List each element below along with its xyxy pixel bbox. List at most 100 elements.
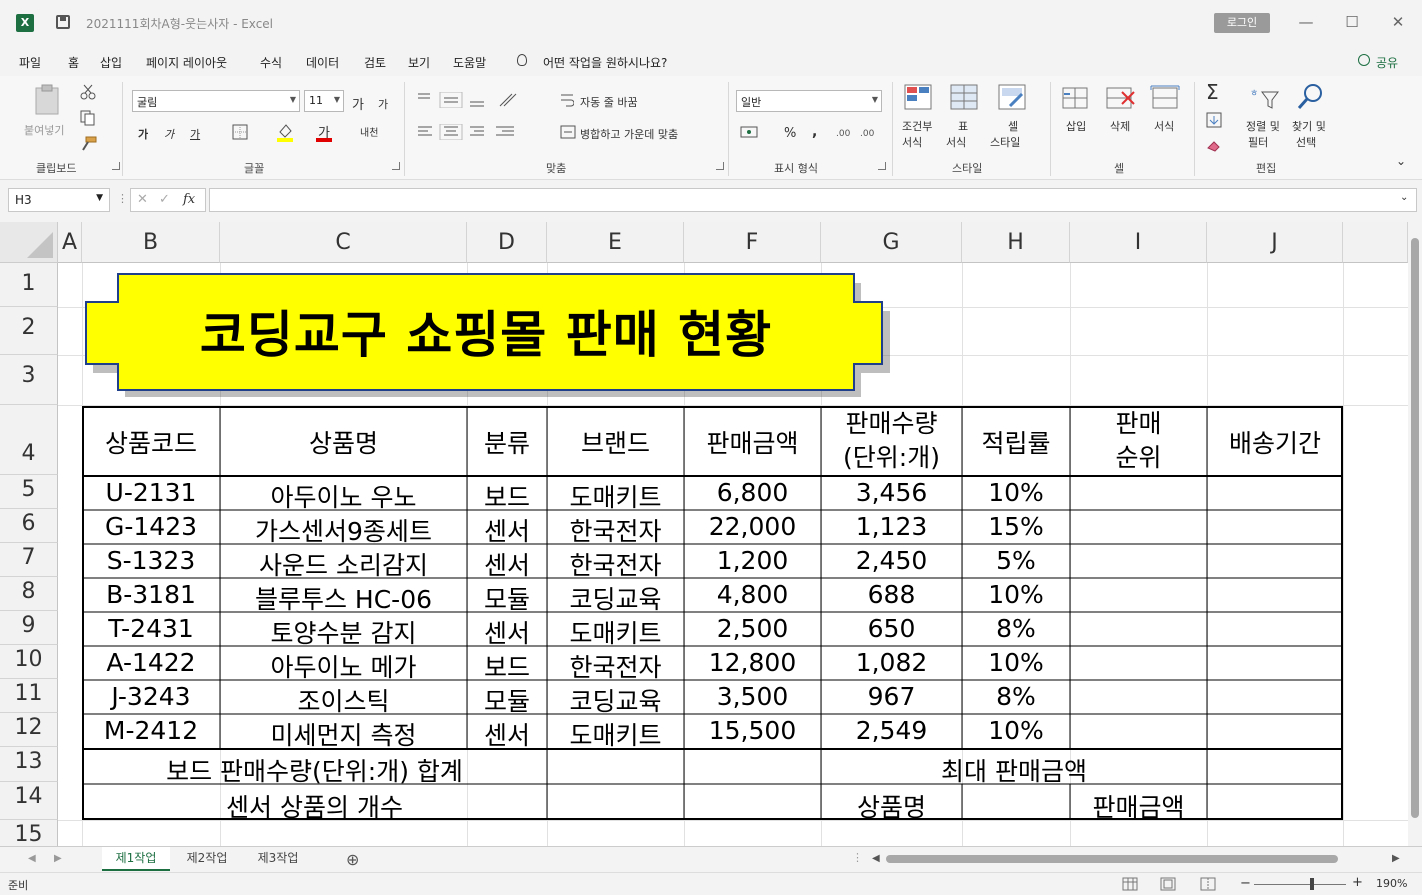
find-select-icon[interactable] [1296,82,1326,112]
header-product-code[interactable]: 상품코드 [82,424,220,460]
menu-home[interactable]: 홈 [68,54,79,71]
hscroll-right-icon[interactable]: ▶ [1392,853,1400,864]
tab-sheet-2[interactable]: 제2작업 [172,847,242,871]
zoom-in-button[interactable]: + [1352,875,1363,890]
header-rate[interactable]: 적립률 [962,424,1070,460]
page-layout-view-icon[interactable] [1160,877,1176,891]
cell-name[interactable]: 아두이노 메가 [220,648,467,684]
wrap-text-icon[interactable] [560,92,574,108]
cell-category[interactable]: 보드 [467,478,547,514]
percent-button[interactable]: % [784,126,796,141]
insert-function-button[interactable]: fx [183,192,195,207]
font-name-select[interactable]: 굴림 ▼ [132,90,300,112]
cell-styles-label-2[interactable]: 스타일 [990,134,1020,150]
cell-sales[interactable]: 3,500 [684,682,821,711]
zoom-slider-handle[interactable] [1310,878,1314,890]
cell-code[interactable]: G-1423 [82,512,220,541]
number-launcher-icon[interactable] [878,162,886,170]
cell-sales[interactable]: 4,800 [684,580,821,609]
italic-button[interactable]: 가 [164,126,174,142]
cell-styles-label-1[interactable]: 셀 [1008,118,1018,134]
vertical-align-icons[interactable] [416,92,492,108]
autosum-icon[interactable]: Σ [1206,80,1219,104]
row-header-10[interactable]: 10 [0,645,58,679]
header-sales[interactable]: 판매금액 [684,424,821,460]
cell-qty[interactable]: 1,123 [821,512,962,541]
add-sheet-icon[interactable]: ⊕ [346,850,359,869]
cell-name[interactable]: 아두이노 우노 [220,478,467,514]
paste-icon[interactable] [32,84,64,116]
cell-rate[interactable]: 5% [962,546,1070,575]
zoom-level[interactable]: 190% [1376,877,1407,890]
phonetic-button[interactable]: 내천 [360,124,378,139]
column-header-c[interactable]: C [220,222,467,263]
header-brand[interactable]: 브랜드 [547,424,684,460]
header-product-name[interactable]: 상품명 [220,424,467,460]
scroll-left-icon[interactable]: ◀ [28,853,36,864]
cell-code[interactable]: M-2412 [82,716,220,745]
normal-view-icon[interactable] [1122,877,1138,891]
cancel-icon[interactable]: ✕ [137,192,148,207]
login-button[interactable]: 로그인 [1214,13,1270,33]
spreadsheet-grid[interactable]: A B C D E F G H I J 1 2 3 4 5 6 7 8 9 10… [0,222,1408,846]
insert-cells-icon[interactable] [1062,84,1090,112]
vertical-scrollbar[interactable] [1408,222,1422,846]
cell-sales[interactable]: 1,200 [684,546,821,575]
column-header-h[interactable]: H [962,222,1070,263]
cell-name[interactable]: 사운드 소리감지 [220,546,467,582]
header-qty-line1[interactable]: 판매수량 [821,408,962,440]
cell-brand[interactable]: 코딩교육 [547,682,684,718]
cell-qty[interactable]: 1,082 [821,648,962,677]
cell-brand[interactable]: 한국전자 [547,546,684,582]
sales-amount-label[interactable]: 판매금액 [1070,788,1207,824]
sort-filter-label-1[interactable]: 정렬 및 [1246,118,1280,134]
tab-splitter-icon[interactable]: ⋮ [852,851,863,864]
column-header-g[interactable]: G [821,222,962,263]
cell-sales[interactable]: 15,500 [684,716,821,745]
border-icon[interactable] [232,124,248,140]
merge-center-icon[interactable] [560,124,576,140]
header-category[interactable]: 분류 [467,424,547,460]
font-launcher-icon[interactable] [392,162,400,170]
cell-brand[interactable]: 한국전자 [547,512,684,548]
cell-category[interactable]: 보드 [467,648,547,684]
cell-qty[interactable]: 2,450 [821,546,962,575]
scroll-right-icon[interactable]: ▶ [54,853,62,864]
zoom-out-button[interactable]: − [1240,876,1251,891]
wrap-text-button[interactable]: 자동 줄 바꿈 [580,94,638,110]
clipboard-launcher-icon[interactable] [112,162,120,170]
menu-page-layout[interactable]: 페이지 레이아웃 [146,54,227,71]
column-header-j[interactable]: J [1207,222,1343,263]
row-header-9[interactable]: 9 [0,611,58,645]
cell-category[interactable]: 모듈 [467,682,547,718]
row-header-15[interactable]: 15 [0,820,58,846]
cell-sales[interactable]: 12,800 [684,648,821,677]
clear-icon[interactable] [1206,138,1222,152]
currency-icon[interactable] [740,124,760,140]
horizontal-scroll-thumb[interactable] [886,855,1338,863]
fill-color-icon[interactable] [276,122,294,142]
cell-code[interactable]: T-2431 [82,614,220,643]
delete-cells-icon[interactable] [1106,84,1136,112]
cell-styles-icon[interactable] [998,84,1028,112]
cell-code[interactable]: S-1323 [82,546,220,575]
product-name-label[interactable]: 상품명 [821,788,962,824]
cell-sales[interactable]: 6,800 [684,478,821,507]
cell-code[interactable]: A-1422 [82,648,220,677]
font-size-select[interactable]: 11 ▼ [304,90,344,112]
row-header-13[interactable]: 13 [0,747,58,782]
cell-category[interactable]: 센서 [467,614,547,650]
sort-filter-label-2[interactable]: 필터 [1248,134,1268,150]
column-header-b[interactable]: B [82,222,220,263]
header-rank-line2[interactable]: 순위 [1070,442,1207,474]
grow-font-button[interactable]: 가 [352,94,364,113]
column-header-a[interactable]: A [58,222,82,263]
menu-file[interactable]: 파일 [19,54,41,71]
menu-help[interactable]: 도움말 [453,54,486,71]
format-as-table-label-2[interactable]: 서식 [946,134,966,150]
column-header-f[interactable]: F [684,222,821,263]
collapse-ribbon-icon[interactable]: ⌄ [1396,154,1406,168]
cell-code[interactable]: U-2131 [82,478,220,507]
row-header-8[interactable]: 8 [0,577,58,611]
horizontal-align-icons[interactable] [416,124,516,140]
